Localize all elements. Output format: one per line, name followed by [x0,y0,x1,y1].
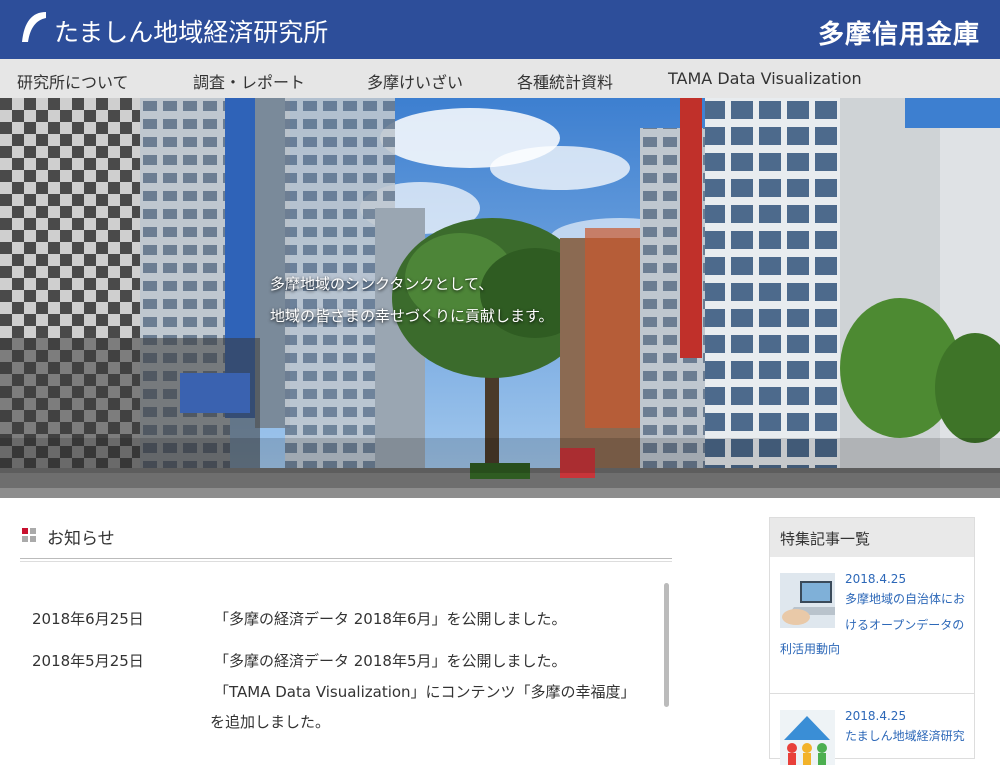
news-date: 2018年6月25日 [32,610,144,628]
site-header: たましん地域経済研究所 多摩信用金庫 [0,0,1000,59]
site-title[interactable]: たましん地域経済研究所 [54,13,328,49]
article-title-line[interactable]: たましん地域経済研究 [845,724,965,748]
squares-icon [22,528,37,543]
divider [770,693,974,694]
bank-name-logo[interactable]: 多摩信用金庫 [818,14,980,51]
news-scrollbar[interactable] [664,583,669,707]
article-date: 2018.4.25 [845,572,907,586]
article-thumbnail[interactable] [780,573,835,628]
hero-banner: 多摩地域のシンクタンクとして、 地域の皆さまの幸せづくりに貢献します。 [0,98,1000,498]
logo-icon[interactable] [20,10,48,44]
article-thumbnail[interactable] [780,710,835,765]
article-title-line[interactable]: けるオープンデータの [845,613,964,637]
hero-city-photo [0,98,1000,498]
nav-item-about[interactable]: 研究所について [17,69,129,93]
article-date: 2018.4.25 [845,709,907,723]
nav-item-tama-keizai[interactable]: 多摩けいざい [367,69,463,93]
nav-item-reports[interactable]: 調査・レポート [193,69,305,93]
article-title-line[interactable]: 多摩地域の自治体にお [845,587,965,611]
nav-item-data-visualization[interactable]: TAMA Data Visualization [668,69,862,88]
hero-tagline-2: 地域の皆さまの幸せづくりに貢献します。 [270,307,554,325]
featured-title: 特集記事一覧 [780,530,871,548]
nav-item-statistics[interactable]: 各種統計資料 [517,69,613,93]
news-item-link[interactable]: 「多摩の経済データ 2018年6月」を公開しました。 [214,608,567,629]
hero-tagline-1: 多摩地域のシンクタンクとして、 [270,275,494,293]
news-date: 2018年5月25日 [32,652,144,670]
news-item-link[interactable]: 「多摩の経済データ 2018年5月」を公開しました。 [214,650,567,671]
main-nav: 研究所について 調査・レポート 多摩けいざい 各種統計資料 TAMA Data … [0,59,1000,99]
featured-header: 特集記事一覧 [770,518,974,557]
news-item-link[interactable]: 「TAMA Data Visualization」にコンテンツ「多摩の幸福度」 [214,681,636,702]
featured-articles-panel: 特集記事一覧 2018.4.25 多摩地域の自治体にお けるオープンデータの 利… [769,517,975,765]
news-header: お知らせ [20,518,672,562]
news-title: お知らせ [47,529,115,549]
news-item-text: を追加しました。 [210,713,331,731]
article-title-line[interactable]: 利活用動向 [780,637,840,661]
